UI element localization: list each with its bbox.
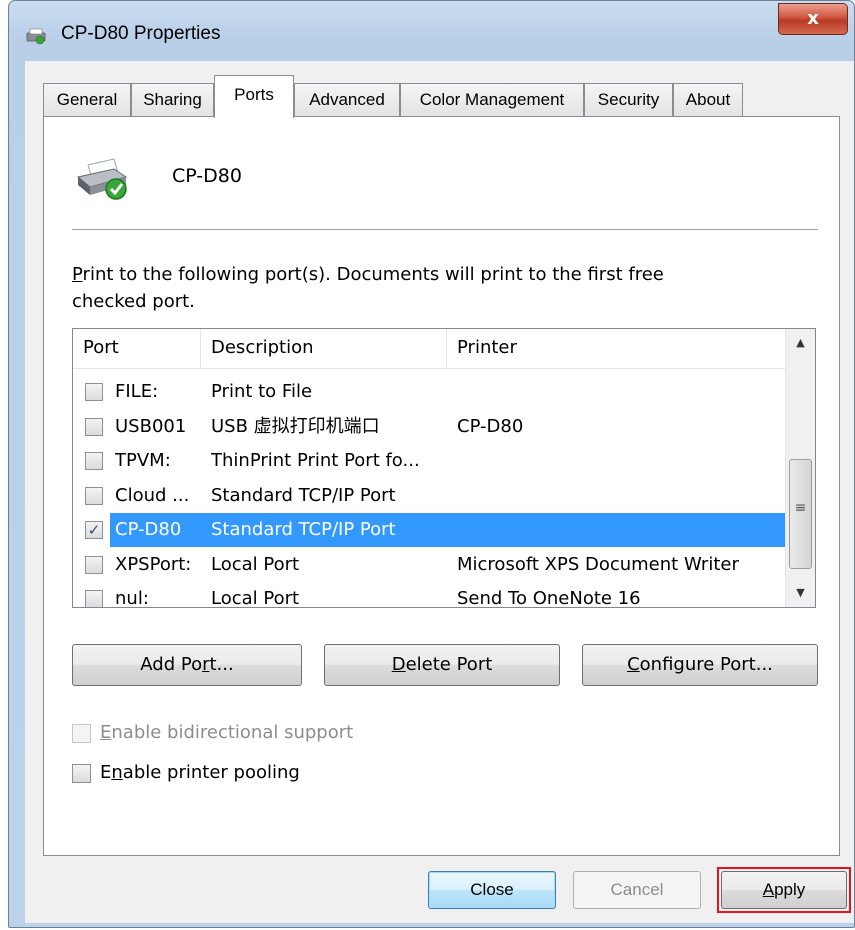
separator	[72, 229, 818, 230]
tab-about[interactable]: About	[673, 83, 743, 117]
column-header-printer[interactable]: Printer	[447, 329, 786, 369]
add-port-button[interactable]: Add Port...	[72, 644, 302, 686]
cell-description: Standard TCP/IP Port	[211, 519, 396, 540]
table-row[interactable]: XPSPort: Local Port Microsoft XPS Document…	[73, 548, 786, 582]
cell-description: Print to File	[211, 381, 313, 402]
port-checkbox[interactable]	[85, 590, 103, 607]
cell-printer: Send To OneNote 16	[457, 588, 641, 608]
column-header-description[interactable]: Description	[201, 329, 447, 369]
cell-printer	[457, 513, 782, 547]
cell-description: Local Port	[211, 588, 300, 608]
vertical-scrollbar[interactable]: ▲ ≡ ▼	[785, 329, 815, 607]
bidirectional-label: Enable bidirectional support	[100, 722, 354, 743]
tab-sharing[interactable]: Sharing	[131, 83, 214, 117]
list-header: Port Description Printer	[73, 329, 786, 369]
dialog-client: General Sharing Ports Advanced Color Man…	[25, 61, 854, 923]
scroll-up-icon[interactable]: ▲	[786, 329, 815, 357]
window-title: CP-D80 Properties	[61, 23, 221, 44]
instructions-text: Print to the following port(s). Document…	[72, 264, 664, 312]
port-checkbox[interactable]	[85, 486, 103, 505]
properties-window: CP-D80 Properties x General Sharing Port…	[8, 0, 855, 928]
cell-description: ThinPrint Print Port fo...	[211, 450, 420, 471]
port-list[interactable]: Port Description Printer FILE: Print to F…	[72, 328, 816, 608]
scroll-thumb[interactable]: ≡	[789, 459, 812, 569]
printer-ready-icon	[76, 158, 128, 200]
tab-advanced[interactable]: Advanced	[294, 83, 400, 117]
column-header-port[interactable]: Port	[73, 329, 201, 369]
table-row[interactable]: USB001 USB 虚拟打印机端口 CP-D80	[73, 410, 786, 444]
cell-description: Local Port	[211, 553, 300, 575]
scroll-down-icon[interactable]: ▼	[786, 579, 815, 607]
apply-highlight-box	[717, 867, 851, 913]
port-checkbox[interactable]	[85, 383, 103, 401]
port-checkbox[interactable]: ✓	[85, 521, 103, 539]
cancel-button[interactable]: Cancel	[573, 871, 701, 909]
printer-pooling-option[interactable]: Enable printer pooling	[72, 762, 472, 786]
table-row[interactable]: FILE: Print to File	[73, 375, 786, 409]
port-checkbox[interactable]	[85, 452, 103, 470]
bidirectional-support-option[interactable]: Enable bidirectional support	[72, 722, 472, 746]
tab-ports[interactable]: Ports	[214, 75, 294, 118]
delete-port-button[interactable]: Delete Port	[324, 644, 560, 686]
table-row[interactable]: nul: Local Port Send To OneNote 16	[73, 582, 786, 608]
printer-icon	[26, 28, 46, 45]
close-button[interactable]: Close	[428, 871, 556, 909]
configure-port-button[interactable]: Configure Port...	[582, 644, 818, 686]
bidirectional-checkbox[interactable]	[72, 724, 91, 743]
tab-security[interactable]: Security	[584, 83, 673, 117]
cell-printer: Microsoft XPS Document Writer	[457, 553, 739, 575]
cell-description: USB 虚拟打印机端口	[211, 415, 380, 437]
cell-printer	[457, 479, 782, 513]
table-row[interactable]: Cloud ... Standard TCP/IP Port	[73, 479, 786, 513]
cell-printer	[457, 444, 782, 478]
pooling-checkbox[interactable]	[72, 764, 91, 783]
table-row[interactable]: ✓ CP-D80 Standard TCP/IP Port	[73, 513, 786, 547]
close-window-button[interactable]: x	[778, 3, 848, 35]
cell-printer	[457, 375, 782, 409]
port-checkbox[interactable]	[85, 417, 103, 436]
cell-printer: CP-D80	[457, 415, 524, 437]
cell-description: Standard TCP/IP Port	[211, 484, 396, 506]
grip-icon: ≡	[794, 500, 807, 516]
close-icon: x	[807, 8, 819, 29]
title-bar[interactable]: CP-D80 Properties x	[9, 1, 854, 61]
ports-panel: CP-D80 Print to the following port(s). D…	[43, 116, 840, 856]
port-checkbox[interactable]	[85, 555, 103, 574]
pooling-label: Enable printer pooling	[100, 762, 300, 783]
tab-color-management[interactable]: Color Management	[400, 83, 584, 117]
table-row[interactable]: TPVM: ThinPrint Print Port fo...	[73, 444, 786, 478]
printer-name: CP-D80	[172, 165, 242, 187]
tab-general[interactable]: General	[43, 83, 131, 117]
